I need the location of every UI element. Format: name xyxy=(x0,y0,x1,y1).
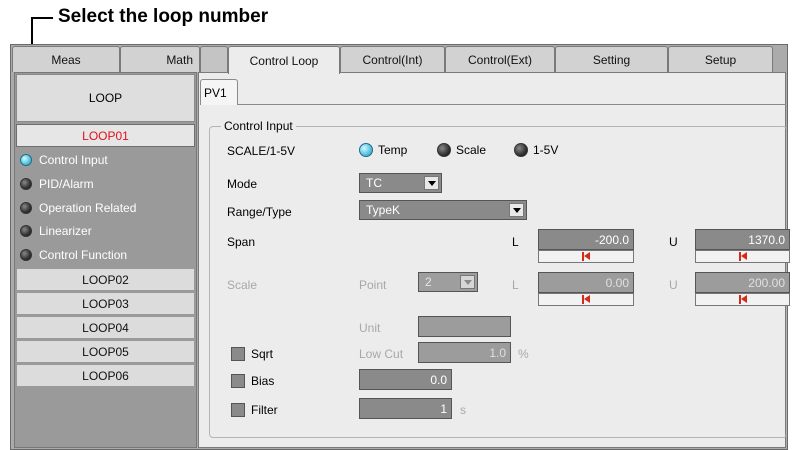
low-cut-field[interactable]: 1.0 xyxy=(418,342,511,363)
subtab-divider xyxy=(200,104,786,105)
mode-label: Mode xyxy=(227,177,258,191)
tab-control-int[interactable]: Control(Int) xyxy=(340,46,445,72)
bias-field[interactable]: 0.0 xyxy=(359,369,452,390)
status-led-icon xyxy=(20,154,32,166)
tab-meas[interactable]: Meas xyxy=(12,46,120,72)
scale-label: Scale xyxy=(227,278,258,292)
sqrt-label: Sqrt xyxy=(251,347,274,361)
bias-label: Bias xyxy=(251,374,275,388)
sidebar-item-loop01[interactable]: LOOP01 xyxy=(16,124,195,147)
tab-spacer xyxy=(200,46,228,72)
scale-upper-field[interactable]: 200.00 xyxy=(695,272,790,293)
mode-value: TC xyxy=(366,176,382,190)
sidebar-item-control-input[interactable]: Control Input xyxy=(20,149,108,171)
radio-1-5v-label: 1-5V xyxy=(533,143,559,157)
scale-lower-label: L xyxy=(512,278,519,292)
scale-lower-slider[interactable] xyxy=(538,293,634,306)
tab-control-loop[interactable]: Control Loop xyxy=(228,46,340,74)
marker-icon xyxy=(738,295,747,304)
unit-label: Unit xyxy=(359,321,381,335)
tab-setup[interactable]: Setup xyxy=(668,46,773,72)
sidebar-item-linearizer[interactable]: Linearizer xyxy=(20,220,92,242)
sidebar-item-operation-related[interactable]: Operation Related xyxy=(20,197,136,219)
span-lower-field[interactable]: -200.0 xyxy=(538,229,634,250)
chevron-down-icon xyxy=(424,176,439,190)
radio-temp[interactable]: Temp xyxy=(359,143,407,157)
tab-control-ext[interactable]: Control(Ext) xyxy=(445,46,555,72)
span-upper-slider[interactable] xyxy=(695,250,790,263)
callout-title: Select the loop number xyxy=(58,6,269,27)
chevron-down-icon xyxy=(460,275,475,289)
sidebar-item-label: Control Input xyxy=(39,153,108,167)
status-led-icon xyxy=(20,178,32,190)
loop-header: LOOP xyxy=(16,74,195,122)
low-cut-unit: % xyxy=(518,347,529,361)
radio-off-icon xyxy=(514,143,528,157)
sidebar-item-loop02[interactable]: LOOP02 xyxy=(16,268,195,291)
sidebar-item-label: PID/Alarm xyxy=(39,177,94,191)
sidebar-item-label: Control Function xyxy=(39,248,128,262)
span-lower-slider[interactable] xyxy=(538,250,634,263)
top-tab-bar: Meas Math Control Loop Control(Int) Cont… xyxy=(12,46,786,74)
sidebar-item-loop03[interactable]: LOOP03 xyxy=(16,292,195,315)
filter-label: Filter xyxy=(251,403,278,417)
filter-checkbox[interactable] xyxy=(231,403,245,417)
range-type-label: Range/Type xyxy=(227,205,292,219)
sidebar-item-control-function[interactable]: Control Function xyxy=(20,244,127,266)
low-cut-label: Low Cut xyxy=(359,347,404,361)
group-title: Control Input xyxy=(221,119,296,133)
sqrt-checkbox[interactable] xyxy=(231,347,245,361)
unit-field[interactable] xyxy=(418,316,511,337)
status-led-icon xyxy=(20,249,32,261)
sidebar-item-pid-alarm[interactable]: PID/Alarm xyxy=(20,173,94,195)
sidebar-item-label: Linearizer xyxy=(39,224,92,238)
span-label: Span xyxy=(227,235,256,249)
radio-scale[interactable]: Scale xyxy=(437,143,486,157)
bias-checkbox[interactable] xyxy=(231,374,245,388)
status-led-icon xyxy=(20,225,32,237)
radio-off-icon xyxy=(437,143,451,157)
chevron-down-icon xyxy=(509,203,524,217)
tab-pv1[interactable]: PV1 xyxy=(200,79,238,105)
point-select[interactable]: 2 xyxy=(418,272,478,292)
mode-select[interactable]: TC xyxy=(359,173,442,193)
point-label: Point xyxy=(359,278,387,292)
radio-1-5v[interactable]: 1-5V xyxy=(514,143,558,157)
sidebar-item-loop06[interactable]: LOOP06 xyxy=(16,364,195,387)
range-type-select[interactable]: TypeK xyxy=(359,200,527,220)
scale-mode-label: SCALE/1-5V xyxy=(227,144,296,158)
range-type-value: TypeK xyxy=(366,203,401,217)
radio-scale-label: Scale xyxy=(456,143,487,157)
scale-lower-field[interactable]: 0.00 xyxy=(538,272,634,293)
filter-unit: s xyxy=(460,403,466,417)
marker-icon xyxy=(738,252,747,261)
marker-icon xyxy=(582,295,590,304)
tab-math[interactable]: Math xyxy=(120,46,200,72)
span-upper-label: U xyxy=(669,235,678,249)
filter-field[interactable]: 1 xyxy=(359,398,452,419)
status-led-icon xyxy=(20,202,32,214)
callout-line-horizontal xyxy=(31,17,53,19)
point-value: 2 xyxy=(425,275,432,289)
scale-upper-label: U xyxy=(669,278,678,292)
radio-temp-label: Temp xyxy=(378,143,408,157)
scale-upper-slider[interactable] xyxy=(695,293,790,306)
span-upper-field[interactable]: 1370.0 xyxy=(695,229,790,250)
marker-icon xyxy=(582,252,590,261)
tab-setting[interactable]: Setting xyxy=(555,46,668,72)
span-lower-label: L xyxy=(512,235,519,249)
sidebar-item-label: Operation Related xyxy=(39,201,137,215)
radio-on-icon xyxy=(359,143,373,157)
sidebar-item-loop04[interactable]: LOOP04 xyxy=(16,316,195,339)
sidebar-item-loop05[interactable]: LOOP05 xyxy=(16,340,195,363)
